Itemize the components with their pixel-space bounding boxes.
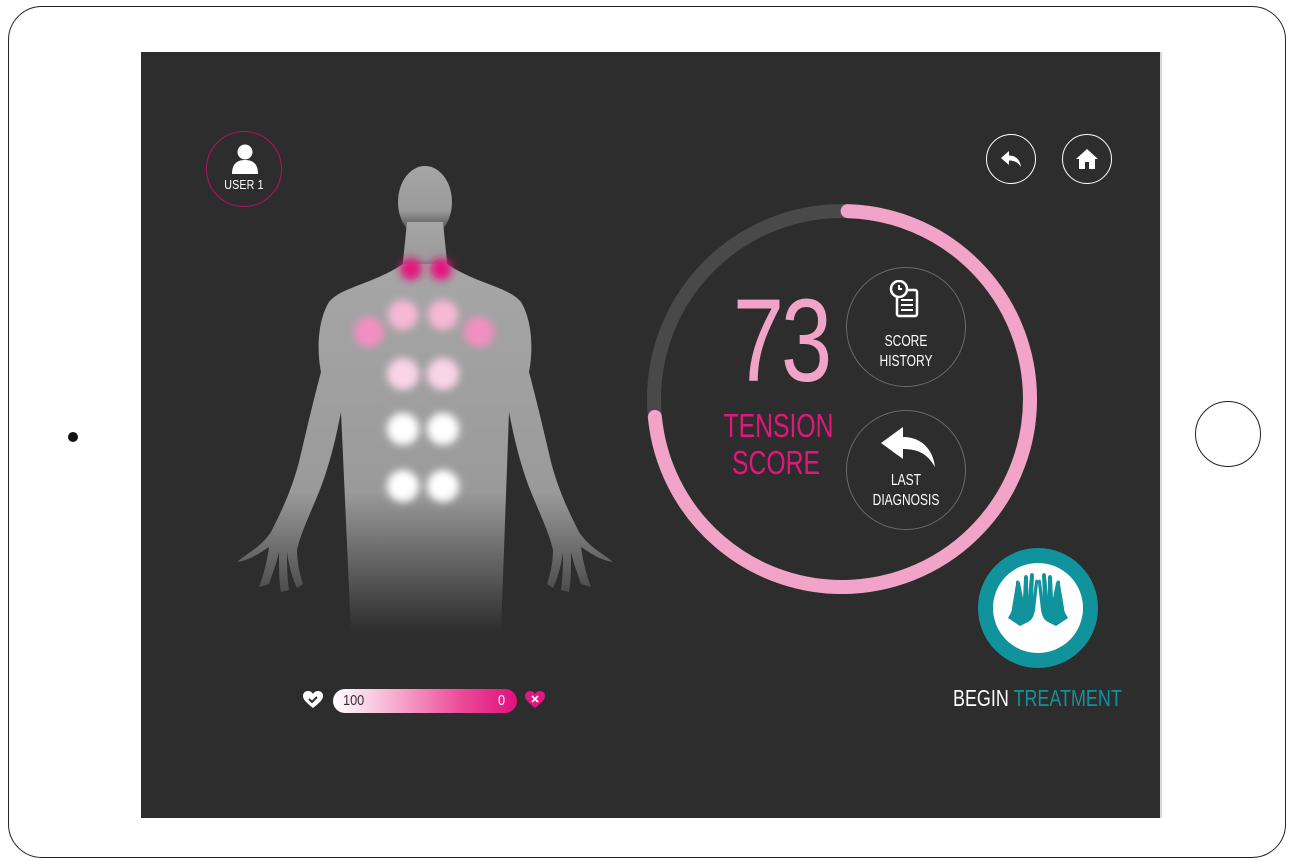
body-figure <box>237 166 613 632</box>
tension-score-label-line1: TENSION <box>723 407 834 444</box>
score-history-button[interactable]: SCORE HISTORY <box>846 267 966 387</box>
heart-check-icon <box>303 691 323 708</box>
hands-icon <box>1008 573 1068 626</box>
clock-document-icon <box>889 280 919 318</box>
home-icon <box>1076 149 1098 169</box>
begin-treatment-label-word1: BEGIN <box>953 685 1009 711</box>
back-button[interactable] <box>986 134 1036 184</box>
begin-treatment-button[interactable] <box>978 548 1098 668</box>
tension-score-label-line2: SCORE <box>731 444 821 481</box>
reply-arrow-icon <box>881 427 935 467</box>
tension-score-value: 73 <box>732 275 832 407</box>
score-history-label-line2: HISTORY <box>879 353 933 370</box>
back-arrow-icon <box>1001 151 1021 167</box>
last-diagnosis-label-line1: LAST <box>890 472 921 489</box>
tension-score-label: TENSION SCORE <box>723 407 834 481</box>
begin-treatment-label-word2: TREATMENT <box>1013 685 1122 711</box>
legend-right-value: 0 <box>498 692 506 709</box>
score-history-label-line1: SCORE <box>884 333 928 350</box>
camera-dot <box>68 432 78 442</box>
last-diagnosis-button[interactable]: LAST DIAGNOSIS <box>846 410 966 530</box>
tension-score-ring <box>647 204 1037 594</box>
legend-left-value: 100 <box>343 692 365 709</box>
heart-x-icon <box>525 691 545 708</box>
last-diagnosis-label-line2: DIAGNOSIS <box>872 492 940 509</box>
hardware-home-button[interactable] <box>1195 401 1261 467</box>
tension-legend: 100 0 <box>303 688 563 714</box>
home-button[interactable] <box>1062 134 1112 184</box>
app-screen: USER 1 100 0 73 TENSION SCORE SCORE HIST… <box>141 52 1162 818</box>
begin-treatment-label[interactable]: BEGIN TREATMENT <box>953 685 1122 712</box>
